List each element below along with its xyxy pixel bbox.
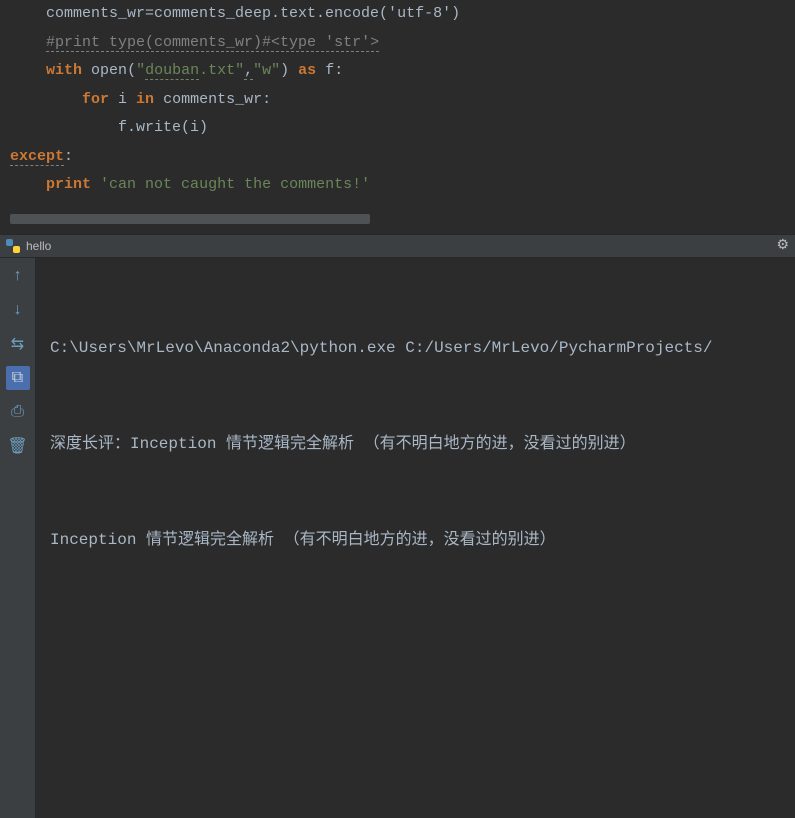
clear-all-icon[interactable]: 🗑 [6,434,30,458]
var-comments-wr: comments_wr: [154,91,271,108]
console-line [50,620,781,652]
string-w: "w" [253,62,280,79]
var-i: i [109,91,136,108]
console-line [50,812,781,818]
code-line: #print type(comments_wr)#<type 'str'> [10,29,785,58]
keyword-as: as [298,62,316,79]
code-line: print 'can not caught the comments!' [10,171,785,200]
console-panel: ↑ ↓ ⇆ ⧉ ⎙ 🗑 C:\Users\MrLevo\Anaconda2\py… [0,258,795,818]
console-output[interactable]: C:\Users\MrLevo\Anaconda2\python.exe C:/… [36,258,795,818]
run-tab[interactable]: hello [6,239,51,253]
keyword-for: for [82,91,109,108]
fn-open: open [91,62,127,79]
horizontal-scrollbar[interactable] [10,214,370,224]
keyword-except: except [10,148,64,166]
code-line: f.write(i) [10,114,785,143]
console-line [50,716,781,748]
code-line: for i in comments_wr: [10,86,785,115]
code-line: except: [10,143,785,172]
var-f: f: [316,62,343,79]
down-stack-icon[interactable]: ↓ [6,298,30,322]
keyword-in: in [136,91,154,108]
gear-icon[interactable]: ⚙ [776,237,789,254]
console-line: 深度长评：Inception 情节逻辑完全解析 （有不明白地方的进，没看过的别进… [50,428,781,460]
keyword-with: with [46,62,82,79]
code-line: with open("douban.txt","w") as f: [10,57,785,86]
code-editor[interactable]: comments_wr=comments_deep.text.encode('u… [0,0,795,234]
print-icon[interactable]: ⎙ [6,400,30,424]
string-txt: .txt" [199,62,244,79]
string-douban: douban [145,62,199,80]
run-tool-window-header: hello ⚙ [0,234,795,258]
console-line: C:\Users\MrLevo\Anaconda2\python.exe C:/… [50,332,781,364]
string-error: 'can not caught the comments!' [100,176,370,193]
run-config-name: hello [26,239,51,253]
up-stack-icon[interactable]: ↑ [6,264,30,288]
python-icon [6,239,20,253]
soft-wrap-icon[interactable]: ⇆ [6,332,30,356]
console-line: Inception 情节逻辑完全解析 （有不明白地方的进，没看过的别进） [50,524,781,556]
scroll-to-end-icon[interactable]: ⧉ [6,366,30,390]
code-line: comments_wr=comments_deep.text.encode('u… [10,0,785,29]
console-toolbar: ↑ ↓ ⇆ ⧉ ⎙ 🗑 [0,258,36,818]
keyword-print: print [46,176,91,193]
comment-text: #print type(comments_wr)#<type 'str'> [46,34,379,52]
